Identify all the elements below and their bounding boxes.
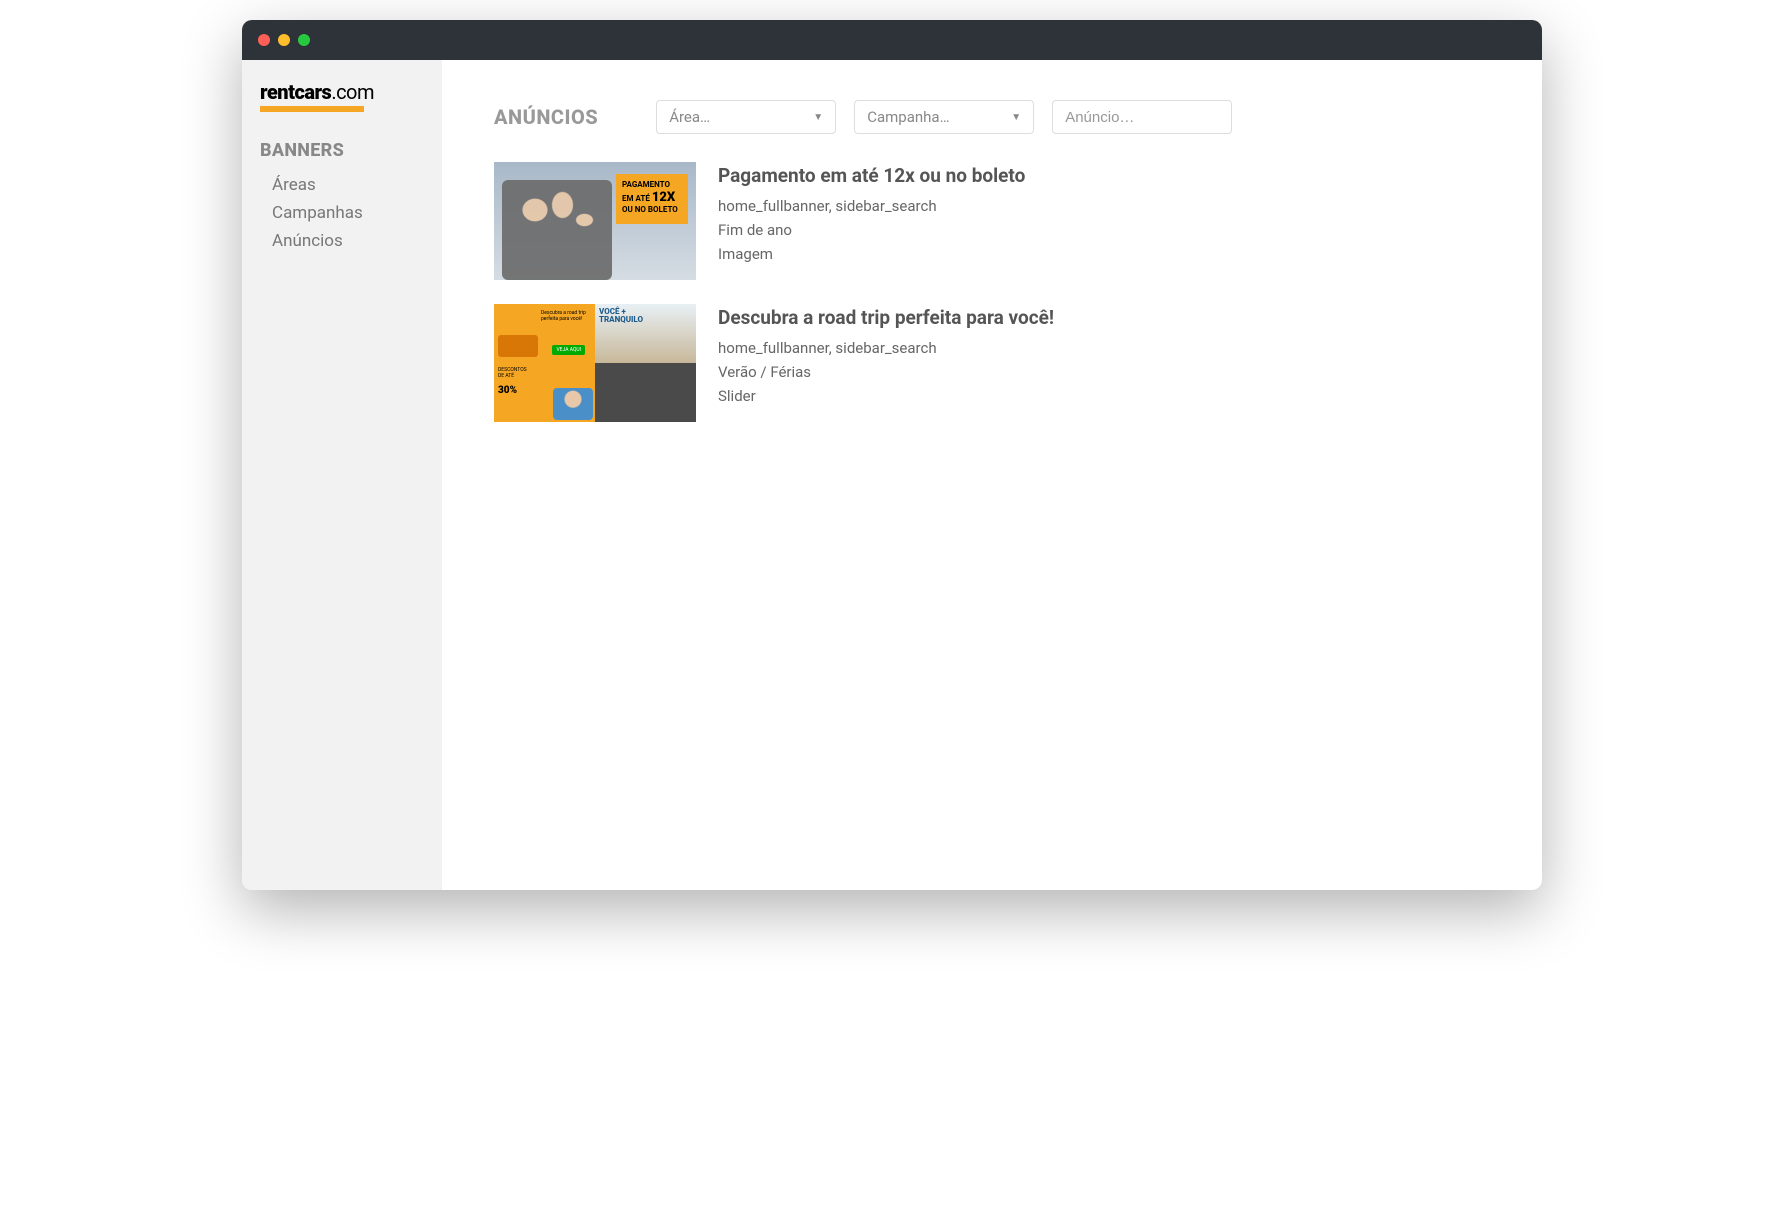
thumbnail-people-graphic xyxy=(502,180,612,280)
logo-text: rentcars.com xyxy=(260,80,424,104)
thumbnail-quadrant-1: Descubra a road trip perfeita para você!… xyxy=(494,304,595,363)
logo-brand: rentcars xyxy=(260,80,331,104)
sidebar-item-anuncios[interactable]: Anúncios xyxy=(260,227,424,255)
chevron-down-icon: ▼ xyxy=(1011,112,1021,123)
ad-item[interactable]: Descubra a road trip perfeita para você!… xyxy=(494,304,1490,422)
sidebar-item-areas[interactable]: Áreas xyxy=(260,171,424,199)
logo-suffix: .com xyxy=(331,80,374,104)
header-row: ANÚNCIOS Área… ▼ Campanha… ▼ xyxy=(494,100,1490,134)
ad-item[interactable]: PAGAMENTO EM ATÉ 12X OU NO BOLETO Pagame… xyxy=(494,162,1490,280)
ad-campaign: Verão / Férias xyxy=(718,363,1054,381)
main-content: ANÚNCIOS Área… ▼ Campanha… ▼ xyxy=(442,60,1542,890)
logo[interactable]: rentcars.com xyxy=(260,80,424,112)
ad-thumbnail: Descubra a road trip perfeita para você!… xyxy=(494,304,696,422)
close-window-button[interactable] xyxy=(258,34,270,46)
badge-line: OU NO BOLETO xyxy=(622,205,682,215)
ad-type: Imagem xyxy=(718,245,1025,263)
page-title: ANÚNCIOS xyxy=(494,105,598,129)
thumbnail-badge: PAGAMENTO EM ATÉ 12X OU NO BOLETO xyxy=(616,174,688,224)
badge-line: EM ATÉ 12X xyxy=(622,190,682,206)
quadrant-text: Descubra a road trip perfeita para você! xyxy=(541,310,589,322)
search-input[interactable] xyxy=(1052,100,1232,134)
ad-title: Pagamento em até 12x ou no boleto xyxy=(718,164,1025,187)
badge-line: PAGAMENTO xyxy=(622,180,682,190)
logo-underline xyxy=(260,106,364,112)
filter-area-dropdown[interactable]: Área… ▼ xyxy=(656,100,836,134)
sidebar: rentcars.com BANNERS Áreas Campanhas Anú… xyxy=(242,60,442,890)
chevron-down-icon: ▼ xyxy=(813,112,823,123)
titlebar xyxy=(242,20,1542,60)
quadrant-text-2: TRANQUILO xyxy=(599,316,692,324)
app-body: rentcars.com BANNERS Áreas Campanhas Anú… xyxy=(242,60,1542,890)
traffic-lights xyxy=(258,34,310,46)
filter-area-label: Área… xyxy=(669,108,813,126)
thumbnail-quadrant-3: DESCONTOS DE ATÉ 30% xyxy=(494,363,595,422)
maximize-window-button[interactable] xyxy=(298,34,310,46)
thumbnail-quadrant-2: VOCÊ + TRANQUILO xyxy=(595,304,696,363)
ad-list: PAGAMENTO EM ATÉ 12X OU NO BOLETO Pagame… xyxy=(494,162,1490,422)
nav-heading-banners: BANNERS xyxy=(260,140,424,161)
ad-type: Slider xyxy=(718,387,1054,405)
minimize-window-button[interactable] xyxy=(278,34,290,46)
thumbnail-quadrant-4 xyxy=(595,363,696,422)
ad-info: Descubra a road trip perfeita para você!… xyxy=(718,304,1054,422)
sidebar-item-campanhas[interactable]: Campanhas xyxy=(260,199,424,227)
driver-graphic xyxy=(553,388,593,420)
ad-info: Pagamento em até 12x ou no boleto home_f… xyxy=(718,162,1025,280)
app-window: rentcars.com BANNERS Áreas Campanhas Anú… xyxy=(242,20,1542,890)
ad-areas: home_fullbanner, sidebar_search xyxy=(718,197,1025,215)
ad-thumbnail: PAGAMENTO EM ATÉ 12X OU NO BOLETO xyxy=(494,162,696,280)
filter-campaign-label: Campanha… xyxy=(867,108,1011,126)
cta-badge: VEJA AQUI xyxy=(552,345,585,355)
ad-title: Descubra a road trip perfeita para você! xyxy=(718,306,1054,329)
car-graphic xyxy=(498,335,538,357)
filter-campaign-dropdown[interactable]: Campanha… ▼ xyxy=(854,100,1034,134)
ad-areas: home_fullbanner, sidebar_search xyxy=(718,339,1054,357)
ad-campaign: Fim de ano xyxy=(718,221,1025,239)
